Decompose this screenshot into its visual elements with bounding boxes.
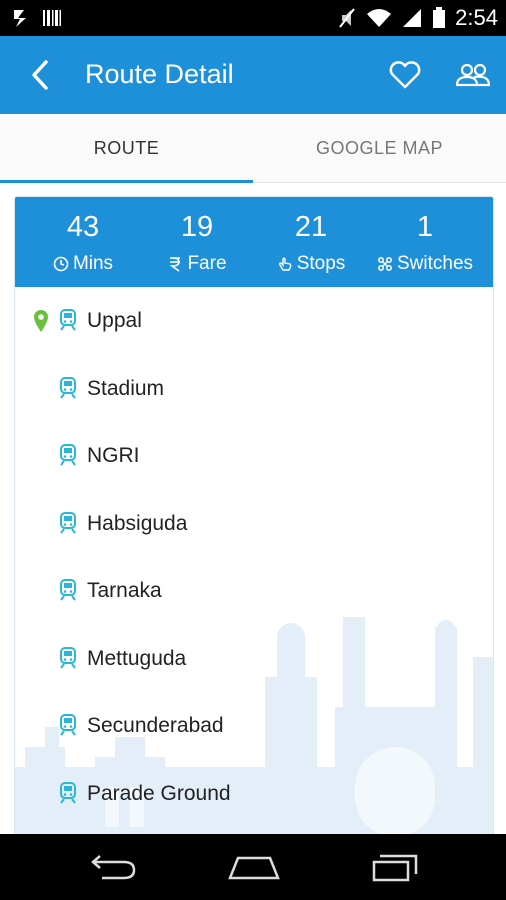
wifi-icon <box>366 7 392 29</box>
stops-value: 21 <box>294 211 328 243</box>
nav-recent-apps-icon[interactable] <box>370 852 420 882</box>
mins-value: 43 <box>66 211 100 243</box>
switch-icon <box>378 257 392 271</box>
stop-item[interactable]: Parade Ground <box>15 774 493 814</box>
route-summary: 43 Mins 19 Fare 21 Stops 1 Switches <box>15 197 493 287</box>
tab-bar: ROUTE GOOGLE MAP <box>0 114 506 183</box>
metro-train-icon <box>59 714 77 736</box>
status-bar: 2:54 <box>0 0 506 36</box>
stop-name: Mettuguda <box>87 646 187 670</box>
stop-name: Parade Ground <box>87 781 231 805</box>
stops-stat: 21 Stops <box>251 197 371 287</box>
stop-item[interactable]: Uppal <box>15 301 493 341</box>
metro-train-icon <box>59 444 77 466</box>
stop-item[interactable]: Tarnaka <box>15 571 493 611</box>
group-icon[interactable] <box>454 60 492 90</box>
heart-icon[interactable] <box>388 60 422 90</box>
app-bar: Route Detail <box>0 36 506 114</box>
stop-item[interactable]: Secunderabad <box>15 706 493 746</box>
mins-stat: 43 Mins <box>23 197 143 287</box>
stop-name: Habsiguda <box>87 511 188 535</box>
stop-name: Stadium <box>87 376 165 400</box>
switches-label: Switches <box>396 253 474 274</box>
metro-train-icon <box>59 309 77 331</box>
battery-icon <box>432 7 446 29</box>
hand-icon <box>278 257 292 271</box>
notification-icon <box>12 7 32 29</box>
tab-route[interactable]: ROUTE <box>0 114 253 182</box>
clock-icon <box>53 256 69 272</box>
rupee-icon <box>169 257 181 272</box>
back-arrow-icon[interactable] <box>26 58 56 92</box>
stop-item[interactable]: Stadium <box>15 369 493 409</box>
metro-train-icon <box>59 376 77 399</box>
stop-item[interactable]: NGRI <box>15 436 493 476</box>
navigation-bar <box>0 834 506 900</box>
stop-item[interactable]: Habsiguda <box>15 504 493 544</box>
page-title: Route Detail <box>85 59 234 89</box>
mins-label: Mins <box>72 253 114 274</box>
fare-label: Fare <box>187 253 227 274</box>
mute-icon <box>337 7 357 29</box>
stop-list: Uppal Stadium NGRI Habsiguda Tarnaka Mettugud… <box>15 287 493 837</box>
fare-stat: 19 Fare <box>137 197 257 287</box>
metro-train-icon <box>59 579 77 601</box>
switches-stat: 1 Switches <box>365 197 485 287</box>
nav-back-icon[interactable] <box>88 852 138 882</box>
switches-value: 1 <box>416 211 434 243</box>
tab-google-map[interactable]: GOOGLE MAP <box>253 114 506 182</box>
signal-icon <box>401 7 423 29</box>
metro-train-icon <box>59 781 77 804</box>
barcode-icon <box>42 7 62 29</box>
metro-train-icon <box>59 646 77 669</box>
stop-name: NGRI <box>87 444 140 467</box>
stop-name: Uppal <box>87 309 142 332</box>
stops-label: Stops <box>296 253 346 274</box>
route-card: 43 Mins 19 Fare 21 Stops 1 Switches Uppa… <box>14 196 494 838</box>
stop-item[interactable]: Mettuguda <box>15 639 493 679</box>
status-time: 2:54 <box>455 5 498 30</box>
location-pin-icon <box>33 309 49 333</box>
nav-home-icon[interactable] <box>226 852 282 882</box>
active-tab-indicator <box>0 180 253 183</box>
fare-value: 19 <box>180 211 214 243</box>
stop-name: Tarnaka <box>87 579 162 602</box>
stop-name: Secunderabad <box>87 714 224 737</box>
metro-train-icon <box>59 511 77 534</box>
